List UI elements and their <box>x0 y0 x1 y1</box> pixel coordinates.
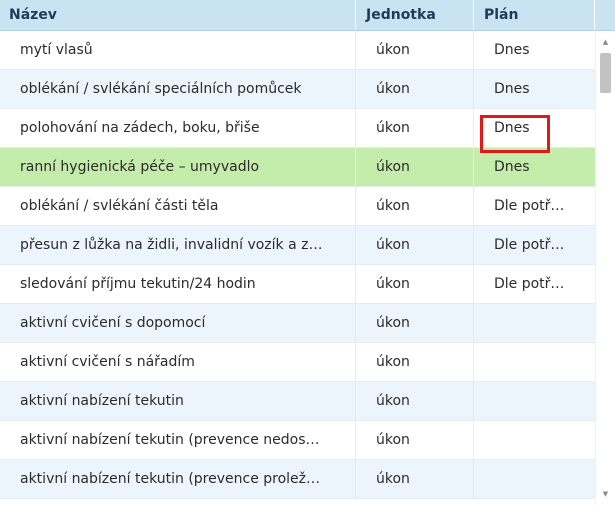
cell-name[interactable]: polohování na zádech, boku, břiše <box>0 109 356 147</box>
scrollbar-thumb[interactable] <box>600 53 611 93</box>
cell-plan[interactable] <box>474 304 595 342</box>
table-row[interactable]: aktivní cvičení s nářadím úkon <box>0 343 595 382</box>
cell-name[interactable]: aktivní nabízení tekutin (prevence prole… <box>0 460 356 498</box>
column-header-name[interactable]: Název <box>0 0 356 30</box>
table-row[interactable]: aktivní cvičení s dopomocí úkon <box>0 304 595 343</box>
cell-name[interactable]: přesun z lůžka na židli, invalidní vozík… <box>0 226 356 264</box>
table-row[interactable]: oblékání / svlékání speciálních pomůcek ú… <box>0 70 595 109</box>
cell-plan[interactable]: Dle potř… <box>474 187 595 225</box>
cell-unit[interactable]: úkon <box>356 70 474 108</box>
table-row[interactable]: přesun z lůžka na židli, invalidní vozík… <box>0 226 595 265</box>
arrow-up-icon[interactable]: ▲ <box>596 35 615 49</box>
cell-unit[interactable]: úkon <box>356 187 474 225</box>
cell-plan[interactable] <box>474 343 595 381</box>
table-row[interactable]: aktivní nabízení tekutin (prevence prole… <box>0 460 595 499</box>
cell-unit[interactable]: úkon <box>356 343 474 381</box>
cell-plan[interactable]: Dnes <box>474 109 595 147</box>
cell-plan[interactable]: Dnes <box>474 148 595 186</box>
cell-plan[interactable]: Dle potř… <box>474 265 595 303</box>
cell-unit[interactable]: úkon <box>356 148 474 186</box>
cell-unit[interactable]: úkon <box>356 382 474 420</box>
grid-body: mytí vlasů úkon Dnes oblékání / svlékání sp… <box>0 31 595 505</box>
cell-unit[interactable]: úkon <box>356 421 474 459</box>
cell-unit[interactable]: úkon <box>356 226 474 264</box>
cell-unit[interactable]: úkon <box>356 109 474 147</box>
table-row[interactable]: ranní hygienická péče – umyvadlo úkon Dnes <box>0 148 595 187</box>
cell-plan[interactable] <box>474 421 595 459</box>
cell-name[interactable]: sledování příjmu tekutin/24 hodin <box>0 265 356 303</box>
cell-unit[interactable]: úkon <box>356 265 474 303</box>
cell-name[interactable]: mytí vlasů <box>0 31 356 69</box>
table-row[interactable]: mytí vlasů úkon Dnes <box>0 31 595 70</box>
cell-name[interactable]: oblékání / svlékání části těla <box>0 187 356 225</box>
arrow-down-icon[interactable]: ▼ <box>596 487 615 501</box>
grid-header: Název Jednotka Plán <box>0 0 615 31</box>
column-header-plan[interactable]: Plán <box>474 0 595 30</box>
cell-name[interactable]: aktivní cvičení s dopomocí <box>0 304 356 342</box>
column-header-unit[interactable]: Jednotka <box>356 0 474 30</box>
table-row[interactable]: oblékání / svlékání části těla úkon Dle po… <box>0 187 595 226</box>
cell-plan[interactable]: Dnes <box>474 70 595 108</box>
cell-unit[interactable]: úkon <box>356 304 474 342</box>
cell-name[interactable]: aktivní nabízení tekutin (prevence nedos… <box>0 421 356 459</box>
table-row[interactable]: polohování na zádech, boku, břiše úkon Dne… <box>0 109 595 148</box>
cell-plan[interactable] <box>474 460 595 498</box>
cell-name[interactable]: ranní hygienická péče – umyvadlo <box>0 148 356 186</box>
cell-name[interactable]: oblékání / svlékání speciálních pomůcek <box>0 70 356 108</box>
cell-plan[interactable] <box>474 382 595 420</box>
cell-plan[interactable]: Dle potř… <box>474 226 595 264</box>
care-tasks-grid: Název Jednotka Plán mytí vlasů úkon Dnes ob… <box>0 0 615 505</box>
cell-unit[interactable]: úkon <box>356 460 474 498</box>
vertical-scrollbar[interactable]: ▲ ▼ <box>595 31 615 505</box>
cell-unit[interactable]: úkon <box>356 31 474 69</box>
cell-name[interactable]: aktivní cvičení s nářadím <box>0 343 356 381</box>
cell-name[interactable]: aktivní nabízení tekutin <box>0 382 356 420</box>
table-row[interactable]: aktivní nabízení tekutin úkon <box>0 382 595 421</box>
cell-plan[interactable]: Dnes <box>474 31 595 69</box>
table-row[interactable]: aktivní nabízení tekutin (prevence nedos… <box>0 421 595 460</box>
column-header-spacer <box>595 0 615 30</box>
table-row[interactable]: sledování příjmu tekutin/24 hodin úkon Dle… <box>0 265 595 304</box>
